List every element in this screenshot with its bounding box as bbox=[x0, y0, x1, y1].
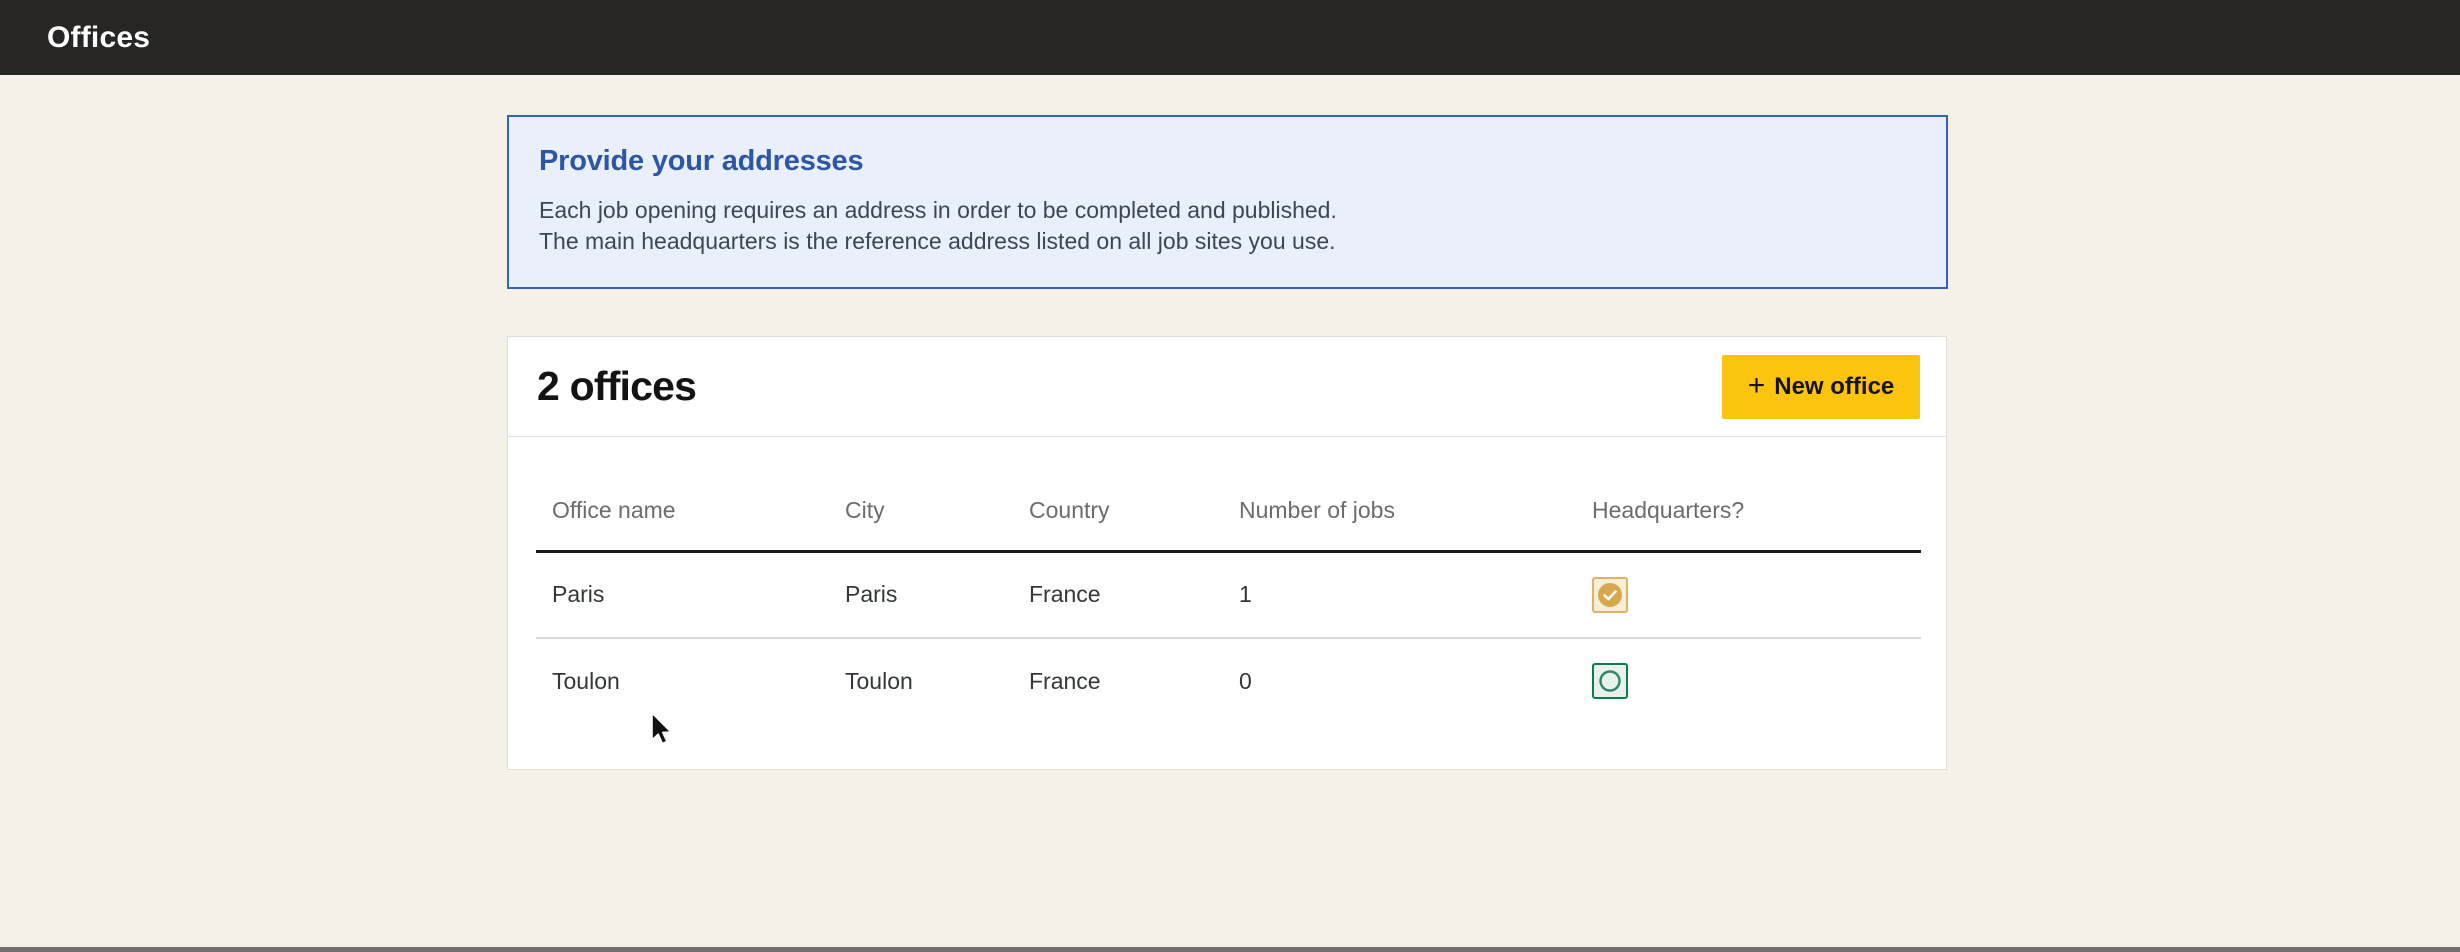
table-row[interactable]: Toulon Toulon France 0 bbox=[536, 638, 1921, 724]
offices-card-header: 2 offices + New office bbox=[508, 337, 1946, 437]
column-header-number-of-jobs: Number of jobs bbox=[1223, 437, 1576, 552]
check-circle-icon bbox=[1598, 583, 1622, 607]
addresses-info-banner: Provide your addresses Each job opening … bbox=[507, 115, 1948, 289]
cell-country: France bbox=[1013, 552, 1223, 638]
column-header-headquarters: Headquarters? bbox=[1576, 437, 1921, 552]
column-header-office-name: Office name bbox=[536, 437, 829, 552]
circle-outline-icon bbox=[1599, 670, 1621, 692]
cell-city: Paris bbox=[829, 552, 1013, 638]
offices-count-heading: 2 offices bbox=[537, 363, 696, 410]
cell-city: Toulon bbox=[829, 638, 1013, 724]
cell-number-of-jobs: 1 bbox=[1223, 552, 1576, 638]
column-header-country: Country bbox=[1013, 437, 1223, 552]
headquarters-checked-badge[interactable] bbox=[1592, 577, 1628, 613]
new-office-button-label: New office bbox=[1774, 373, 1894, 401]
table-row[interactable]: Paris Paris France 1 bbox=[536, 552, 1921, 638]
info-banner-line2: The main headquarters is the reference a… bbox=[539, 226, 1916, 257]
column-header-city: City bbox=[829, 437, 1013, 552]
plus-icon: + bbox=[1748, 374, 1766, 398]
info-banner-body: Each job opening requires an address in … bbox=[539, 195, 1916, 257]
info-banner-title: Provide your addresses bbox=[539, 145, 1916, 178]
headquarters-unchecked-badge[interactable] bbox=[1592, 663, 1628, 699]
info-banner-line1: Each job opening requires an address in … bbox=[539, 195, 1916, 226]
cell-country: France bbox=[1013, 638, 1223, 724]
page-title: Offices bbox=[47, 21, 150, 55]
cell-number-of-jobs: 0 bbox=[1223, 638, 1576, 724]
offices-table: Office name City Country Number of jobs … bbox=[536, 437, 1919, 724]
cell-office-name: Paris bbox=[536, 552, 829, 638]
table-header-row: Office name City Country Number of jobs … bbox=[536, 437, 1921, 552]
window-bottom-edge bbox=[0, 947, 2460, 952]
topbar: Offices bbox=[0, 0, 2460, 75]
new-office-button[interactable]: + New office bbox=[1722, 355, 1920, 419]
cell-office-name: Toulon bbox=[536, 638, 829, 724]
offices-card: 2 offices + New office Office name City … bbox=[507, 336, 1947, 770]
